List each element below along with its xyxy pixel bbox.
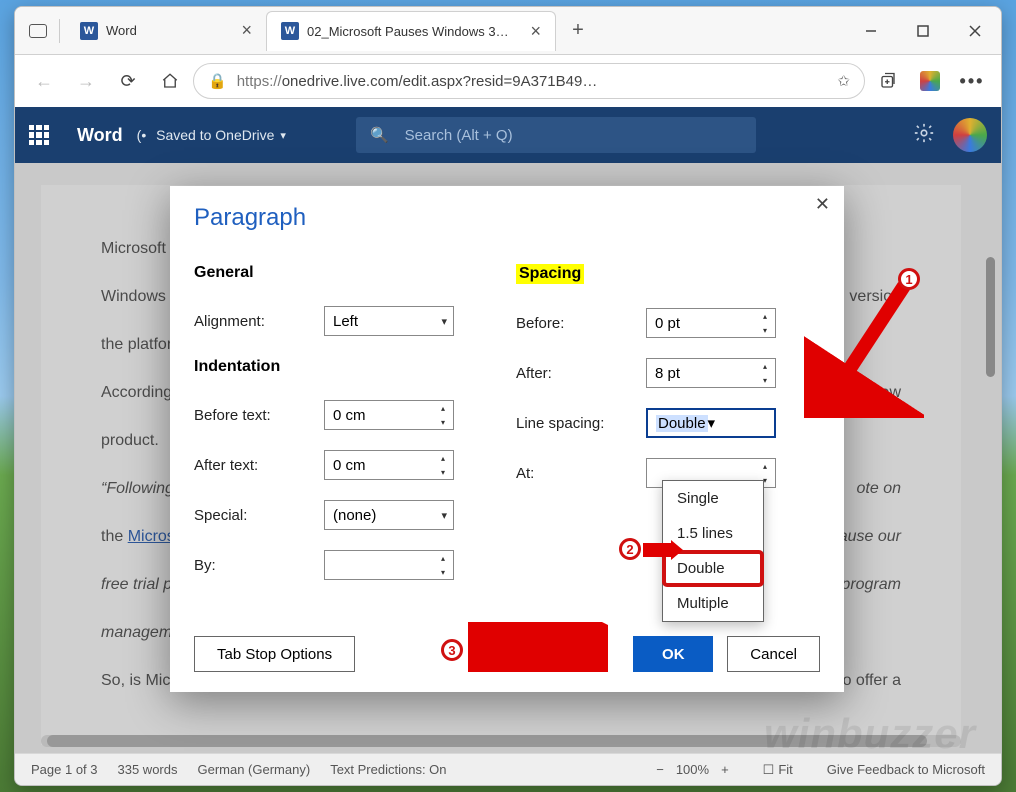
search-input[interactable]: 🔍 Search (Alt + Q)	[356, 117, 756, 153]
ok-button[interactable]: OK	[633, 636, 713, 672]
close-icon[interactable]: ×	[241, 20, 252, 41]
before-spacing-input[interactable]: 0 pt▴▾	[646, 308, 776, 338]
zoom-in-button[interactable]: +	[721, 762, 729, 777]
lock-icon: 🔒	[208, 72, 227, 90]
chevron-down-icon: ▾	[708, 414, 716, 432]
annotation-arrow-2	[643, 540, 683, 560]
dialog-close-button[interactable]: ✕	[815, 194, 830, 215]
app-name: Word	[77, 125, 123, 146]
avatar[interactable]	[953, 118, 987, 152]
forward-button[interactable]: →	[67, 62, 105, 100]
section-spacing: Spacing	[516, 264, 584, 284]
save-status-text: Saved to OneDrive	[156, 127, 274, 143]
line-spacing-label: Line spacing:	[516, 415, 646, 432]
before-text-label: Before text:	[194, 407, 324, 424]
url-text: onedrive.live.com/edit.aspx?resid=9A371B…	[282, 73, 598, 90]
before-text-input[interactable]: 0 cm▴▾	[324, 400, 454, 430]
vertical-scrollbar[interactable]	[986, 257, 995, 377]
fit-button[interactable]: ☐ Fit	[763, 762, 793, 778]
search-placeholder: Search (Alt + Q)	[405, 127, 513, 144]
search-icon: 🔍	[370, 126, 389, 144]
address-bar: ← → ⟳ 🔒 https:// onedrive.live.com/edit.…	[15, 55, 1001, 107]
tab-label: Word	[106, 23, 137, 38]
chevron-down-icon: ▾	[280, 129, 286, 142]
paragraph-dialog: ✕ Paragraph General Alignment: Left▾ Ind…	[170, 186, 844, 692]
save-status[interactable]: (• Saved to OneDrive ▾	[137, 127, 286, 143]
extension-button[interactable]	[911, 62, 949, 100]
after-text-label: After text:	[194, 457, 324, 474]
tab-actions-icon[interactable]	[29, 24, 47, 38]
app-launcher-icon[interactable]	[29, 125, 49, 145]
annotation-badge-3: 3	[441, 639, 463, 661]
home-button[interactable]	[151, 62, 189, 100]
page-indicator[interactable]: Page 1 of 3	[31, 762, 98, 777]
language-indicator[interactable]: German (Germany)	[197, 762, 310, 777]
after-label: After:	[516, 365, 646, 382]
titlebar: W Word × W 02_Microsoft Pauses Windows 3…	[15, 7, 1001, 55]
refresh-button[interactable]: ⟳	[109, 62, 147, 100]
url-field[interactable]: 🔒 https:// onedrive.live.com/edit.aspx?r…	[193, 63, 865, 99]
tab-stop-button[interactable]: Tab Stop Options	[194, 636, 355, 672]
cancel-button[interactable]: Cancel	[727, 636, 820, 672]
close-window-button[interactable]	[949, 9, 1001, 53]
after-spacing-input[interactable]: 8 pt▴▾	[646, 358, 776, 388]
url-scheme: https://	[237, 73, 282, 90]
word-count[interactable]: 335 words	[118, 762, 178, 777]
word-icon: W	[281, 22, 299, 40]
at-label: At:	[516, 465, 646, 482]
maximize-button[interactable]	[897, 9, 949, 53]
predictions-indicator[interactable]: Text Predictions: On	[330, 762, 446, 777]
window-controls	[845, 9, 1001, 53]
tab-document[interactable]: W 02_Microsoft Pauses Windows 3… ×	[266, 11, 556, 51]
new-tab-button[interactable]: +	[562, 15, 594, 47]
alignment-select[interactable]: Left▾	[324, 306, 454, 336]
annotation-arrow-3	[468, 622, 608, 672]
zoom-out-button[interactable]: −	[656, 762, 664, 777]
line-spacing-select[interactable]: Double▾	[646, 408, 776, 438]
close-icon[interactable]: ×	[530, 21, 541, 42]
annotation-badge-1: 1	[898, 268, 920, 290]
status-bar: Page 1 of 3 335 words German (Germany) T…	[15, 753, 1001, 785]
annotation-arrow-1	[804, 278, 924, 418]
chevron-down-icon: ▾	[441, 315, 447, 328]
zoom-controls: − 100% +	[656, 762, 728, 777]
zoom-level: 100%	[676, 762, 709, 777]
section-general: General	[194, 264, 498, 282]
divider	[59, 19, 60, 43]
special-label: Special:	[194, 507, 324, 524]
tab-word[interactable]: W Word ×	[66, 11, 266, 51]
collections-button[interactable]	[869, 62, 907, 100]
gear-icon[interactable]	[913, 122, 935, 149]
chevron-down-icon: ▾	[441, 509, 447, 522]
by-input[interactable]: ▴▾	[324, 550, 454, 580]
special-select[interactable]: (none)▾	[324, 500, 454, 530]
app-ribbon: Word (• Saved to OneDrive ▾ 🔍 Search (Al…	[15, 107, 1001, 163]
word-icon: W	[80, 22, 98, 40]
annotation-badge-2: 2	[619, 538, 641, 560]
tab-label: 02_Microsoft Pauses Windows 3…	[307, 24, 509, 39]
back-button[interactable]: ←	[25, 62, 63, 100]
option-multiple[interactable]: Multiple	[663, 586, 763, 621]
before-label: Before:	[516, 315, 646, 332]
alignment-label: Alignment:	[194, 313, 324, 330]
by-label: By:	[194, 557, 324, 574]
minimize-button[interactable]	[845, 9, 897, 53]
favorite-icon[interactable]: ✩	[837, 72, 850, 90]
feedback-link[interactable]: Give Feedback to Microsoft	[827, 762, 985, 777]
dialog-title: Paragraph	[194, 204, 820, 232]
menu-button[interactable]: •••	[953, 62, 991, 100]
section-indentation: Indentation	[194, 358, 498, 376]
option-single[interactable]: Single	[663, 481, 763, 516]
after-text-input[interactable]: 0 cm▴▾	[324, 450, 454, 480]
